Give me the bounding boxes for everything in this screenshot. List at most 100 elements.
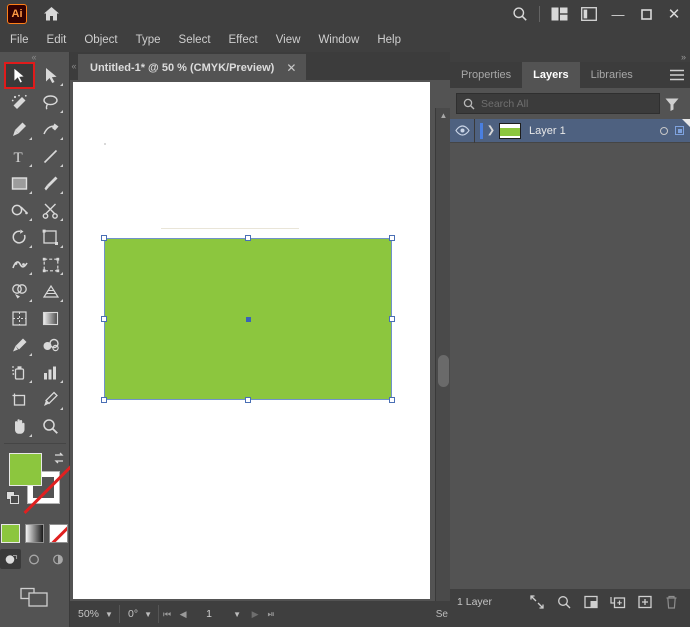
menu-object[interactable]: Object (75, 28, 126, 52)
search-input[interactable] (481, 97, 659, 110)
home-icon[interactable] (41, 4, 61, 24)
right-panel: » Properties Layers Libraries Search All… (450, 52, 690, 627)
last-artboard-icon[interactable]: ⏯ (263, 601, 279, 627)
mesh-tool[interactable] (4, 305, 35, 332)
scale-tool[interactable] (35, 224, 66, 251)
close-document-icon[interactable]: ✕ (286, 61, 296, 75)
swap-fill-stroke-icon[interactable] (52, 451, 66, 465)
color-mode-button[interactable] (1, 524, 20, 543)
close-button[interactable]: ✕ (660, 3, 688, 25)
artboard-tool[interactable] (4, 386, 35, 413)
tab-libraries[interactable]: Libraries (580, 62, 644, 88)
create-sublayer-icon[interactable] (605, 589, 630, 615)
toolbar-grip[interactable]: « (0, 52, 69, 62)
create-new-layer-icon[interactable] (632, 589, 657, 615)
zoom-level-field[interactable]: 50% (70, 601, 99, 627)
eye-icon[interactable] (450, 119, 474, 143)
minimize-button[interactable]: — (604, 3, 632, 25)
color-mode-buttons (0, 524, 69, 543)
perspective-grid-tool[interactable] (35, 278, 66, 305)
search-icon[interactable] (505, 1, 535, 27)
width-tool[interactable] (4, 251, 35, 278)
menu-window[interactable]: Window (309, 28, 368, 52)
none-mode-button[interactable] (49, 524, 68, 543)
next-artboard-icon[interactable]: ▶ (247, 601, 263, 627)
menu-select[interactable]: Select (170, 28, 220, 52)
document-tab[interactable]: Untitled-1* @ 50 % (CMYK/Preview) ✕ (78, 54, 307, 80)
maximize-button[interactable] (632, 3, 660, 25)
find-icon[interactable] (551, 589, 576, 615)
change-screen-mode-icon[interactable] (0, 587, 69, 609)
direct-selection-tool[interactable] (35, 62, 66, 89)
default-fill-stroke-icon[interactable] (6, 491, 20, 505)
type-tool[interactable]: T (4, 143, 35, 170)
artboard-number-field[interactable]: 1 (191, 608, 227, 620)
shape-builder-tool[interactable] (4, 278, 35, 305)
zoom-dropdown-icon[interactable]: ▼ (99, 601, 119, 627)
lasso-tool[interactable] (35, 89, 66, 116)
workspace-switcher-icon[interactable] (574, 1, 604, 27)
rotate-tool[interactable] (4, 224, 35, 251)
curvature-tool[interactable] (35, 116, 66, 143)
menu-help[interactable]: Help (368, 28, 410, 52)
draw-behind-button[interactable] (24, 549, 45, 569)
scroll-up-icon[interactable]: ▲ (436, 108, 451, 122)
previous-artboard-icon[interactable]: ◀ (175, 601, 191, 627)
artboard-canvas[interactable] (73, 82, 430, 599)
free-transform-tool[interactable] (35, 251, 66, 278)
menu-file[interactable]: File (0, 28, 38, 52)
selection-indicator-icon[interactable] (675, 126, 684, 135)
tab-layers[interactable]: Layers (522, 62, 580, 88)
eyedropper-tool[interactable] (4, 332, 35, 359)
panel-menu-icon[interactable] (664, 62, 690, 88)
target-indicator-icon[interactable] (660, 126, 668, 135)
scissors-tool[interactable] (35, 197, 66, 224)
layer-row[interactable]: ❯ Layer 1 (450, 118, 690, 143)
app-logo: Ai (7, 4, 27, 24)
paintbrush-tool[interactable] (35, 170, 66, 197)
selection-tool[interactable] (4, 62, 35, 89)
draw-normal-button[interactable] (0, 549, 21, 569)
zoom-tool[interactable] (35, 413, 66, 440)
filter-icon[interactable] (660, 93, 684, 114)
gradient-mode-button[interactable] (25, 524, 44, 543)
hand-tool[interactable] (4, 413, 35, 440)
layer-count-label: 1 Layer (457, 596, 493, 608)
first-artboard-icon[interactable]: ⏮ (159, 601, 175, 627)
locate-object-icon[interactable] (524, 589, 549, 615)
layers-search-row (450, 88, 690, 114)
line-segment-tool[interactable] (35, 143, 66, 170)
draw-inside-button[interactable] (48, 549, 69, 569)
shaper-tool[interactable] (4, 197, 35, 224)
gradient-tool[interactable] (35, 305, 66, 332)
tabbar-grip[interactable]: « (70, 52, 78, 80)
slice-tool[interactable] (35, 386, 66, 413)
delete-layer-icon[interactable] (659, 589, 684, 615)
chevron-right-icon[interactable]: ❯ (483, 119, 499, 143)
panel-expand-grip[interactable]: » (450, 52, 690, 62)
rectangle-tool[interactable] (4, 170, 35, 197)
menu-type[interactable]: Type (127, 28, 170, 52)
status-selection-text: Se (435, 608, 448, 620)
rotation-dropdown-icon[interactable]: ▼ (138, 601, 158, 627)
symbol-sprayer-tool[interactable] (4, 359, 35, 386)
blend-tool[interactable] (35, 332, 66, 359)
menu-edit[interactable]: Edit (38, 28, 76, 52)
tab-properties[interactable]: Properties (450, 62, 522, 88)
arrange-documents-icon[interactable] (544, 1, 574, 27)
menu-view[interactable]: View (267, 28, 310, 52)
selection-handle-bottom-center (245, 397, 251, 403)
menu-effect[interactable]: Effect (220, 28, 267, 52)
clipping-mask-icon[interactable] (578, 589, 603, 615)
layer-name[interactable]: Layer 1 (529, 125, 566, 137)
fill-swatch[interactable] (9, 453, 42, 486)
column-graph-tool[interactable] (35, 359, 66, 386)
pen-tool[interactable] (4, 116, 35, 143)
canvas-vertical-scrollbar[interactable]: ▲ ▼ (435, 108, 450, 627)
scrollbar-thumb[interactable] (438, 355, 449, 387)
rotation-field[interactable]: 0° (120, 601, 138, 627)
magic-wand-tool[interactable] (4, 89, 35, 116)
search-input-wrapper[interactable] (456, 93, 660, 114)
artboard-dropdown-icon[interactable]: ▼ (227, 601, 247, 627)
selection-center-point (246, 317, 251, 322)
